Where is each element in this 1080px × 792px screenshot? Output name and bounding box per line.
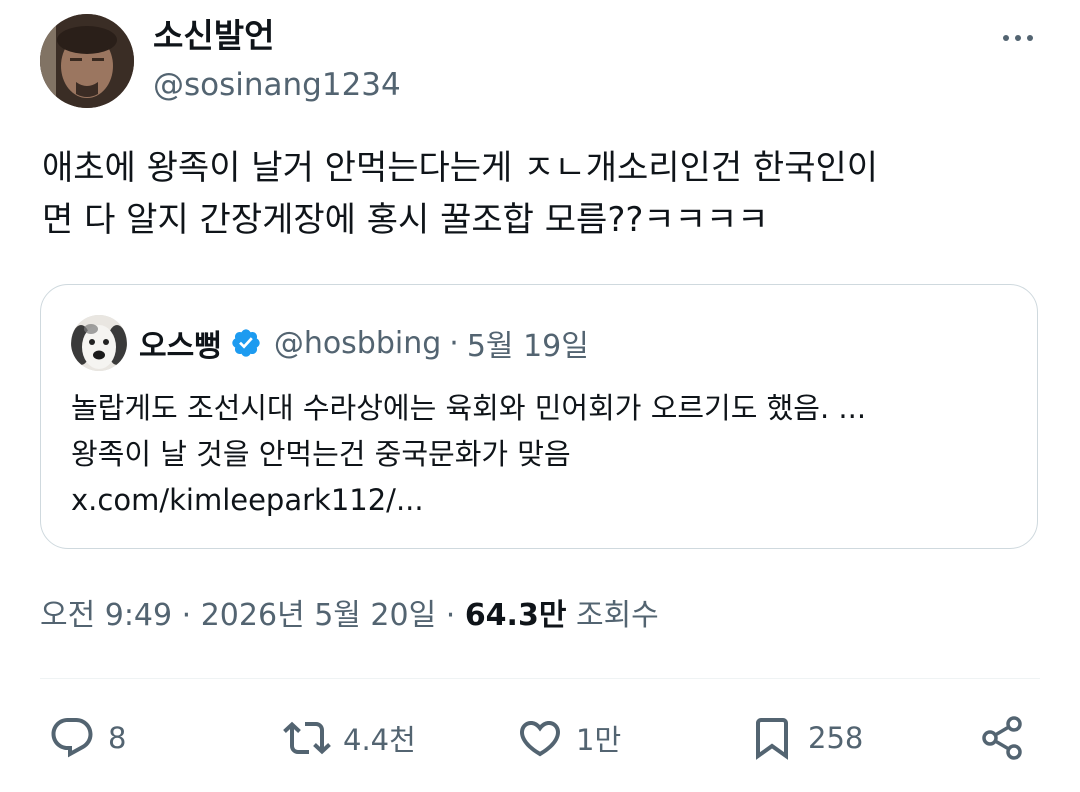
quoted-author-handle[interactable]: @hosbbing: [274, 326, 441, 361]
tweet-text: 애초에 왕족이 날거 안먹는다는게 ㅈㄴ개소리인건 한국인이 면 다 알지 간장…: [42, 148, 879, 240]
author-avatar[interactable]: [40, 14, 134, 108]
verified-badge-icon: [232, 329, 260, 357]
share-button[interactable]: [978, 712, 1026, 764]
reply-count: 8: [108, 721, 127, 755]
meta-separator: ·: [172, 598, 201, 633]
author-handle[interactable]: @sosinang1234: [153, 64, 401, 106]
quoted-post-header: 오스뻥 @hosbbing · 5월 19일: [139, 319, 589, 367]
post-meta: 오전 9:49 · 2026년 5월 20일 · 64.3만 조회수: [40, 594, 659, 638]
share-icon: [982, 716, 1022, 760]
post-time[interactable]: 오전 9:49: [40, 598, 172, 633]
reply-button[interactable]: 8: [48, 712, 126, 764]
quoted-post-body: 놀랍게도 조선시대 수라상에는 육회와 민어회가 오르기도 했음. ... 왕족…: [71, 391, 867, 471]
more-horizontal-icon: [1027, 35, 1033, 41]
quoted-post-date[interactable]: 5월 19일: [467, 321, 589, 365]
more-horizontal-icon: [1003, 35, 1009, 41]
quoted-author-name[interactable]: 오스뻥: [139, 321, 222, 365]
more-horizontal-icon: [1015, 35, 1021, 41]
heart-icon: [519, 721, 561, 757]
like-count: 1만: [576, 723, 622, 757]
avatar-photo: [40, 14, 134, 108]
quoted-post-card[interactable]: 오스뻥 @hosbbing · 5월 19일 놀랍게도 조선시대 수라상에는 육…: [40, 284, 1038, 549]
repost-button[interactable]: 4.4천: [283, 712, 416, 764]
bookmark-icon: [756, 718, 788, 760]
dog-photo: [71, 315, 127, 371]
author-name[interactable]: 소신발언: [153, 14, 274, 58]
repost-icon: [283, 721, 331, 755]
views-label[interactable]: 조회수: [566, 598, 659, 633]
post-date[interactable]: 2026년 5월 20일: [201, 598, 436, 633]
like-button[interactable]: 1만: [516, 712, 621, 764]
more-options-button[interactable]: [996, 22, 1040, 54]
reply-icon: [51, 718, 93, 758]
divider: [40, 678, 1040, 679]
quoted-author-avatar[interactable]: [71, 315, 127, 371]
views-count[interactable]: 64.3만: [465, 598, 567, 633]
meta-separator: ·: [436, 598, 465, 633]
quoted-post-text: 놀랍게도 조선시대 수라상에는 육회와 민어회가 오르기도 했음. ... 왕족…: [71, 385, 1021, 523]
bookmark-button[interactable]: 258: [748, 712, 863, 764]
repost-count: 4.4천: [343, 723, 416, 757]
quoted-separator: ·: [449, 325, 459, 361]
bookmark-count: 258: [808, 721, 864, 755]
quoted-post-link[interactable]: x.com/kimleepark112/...: [71, 483, 424, 517]
